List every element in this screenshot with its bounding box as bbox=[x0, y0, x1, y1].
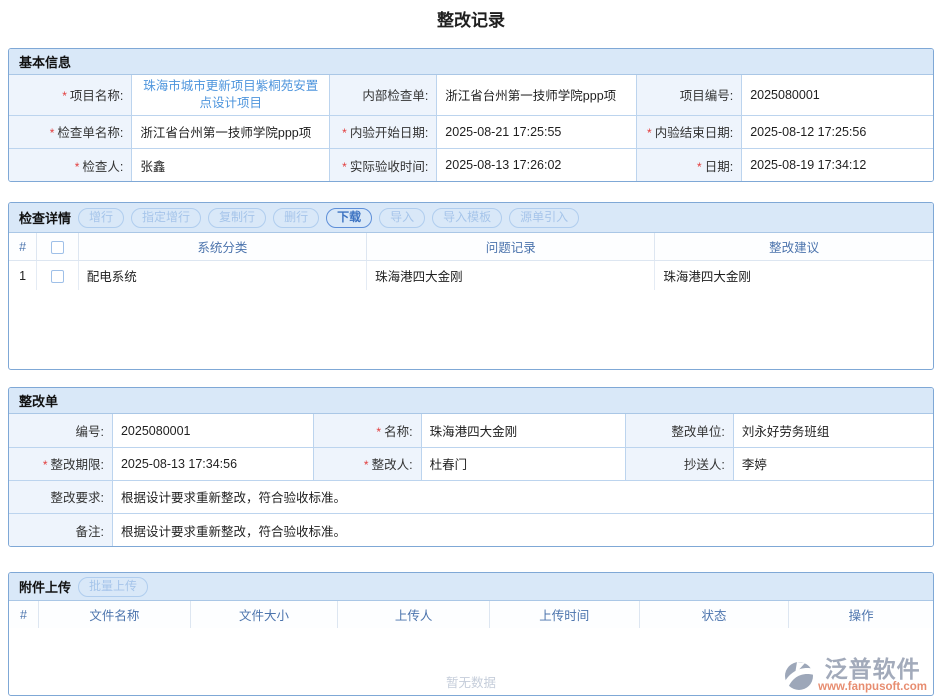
field-label: *内验结束日期: bbox=[636, 115, 741, 148]
column-header-file-name: 文件名称 bbox=[39, 601, 191, 628]
rectification-order-header: 整改单 bbox=[9, 388, 933, 414]
field-label: *内验开始日期: bbox=[330, 115, 437, 148]
field-value: 杜春门 bbox=[421, 447, 625, 480]
required-marker: * bbox=[75, 160, 80, 174]
field-value: 珠海市城市更新项目紫桐苑安置点设计项目 bbox=[132, 75, 330, 115]
basic-info-section: 基本信息 *项目名称: 珠海市城市更新项目紫桐苑安置点设计项目 内部检查单: 浙… bbox=[8, 48, 934, 182]
inspection-detail-title: 检查详情 bbox=[19, 208, 71, 227]
column-header-status: 状态 bbox=[639, 601, 789, 628]
vendor-logo: 泛普软件 www.fanpusoft.com bbox=[783, 658, 927, 694]
inspection-detail-section: 检查详情 增行 指定增行 复制行 删行 下载 导入 导入模板 源单引入 # 系统… bbox=[8, 202, 934, 370]
required-marker: * bbox=[376, 425, 381, 439]
field-value: 刘永好劳务班组 bbox=[733, 414, 933, 447]
field-label: *名称: bbox=[314, 414, 421, 447]
page-title: 整改记录 bbox=[0, 0, 942, 28]
row-checkbox-cell bbox=[37, 260, 79, 290]
attachment-upload-header: 附件上传 批量上传 bbox=[9, 573, 933, 601]
field-label: 整改单位: bbox=[625, 414, 733, 447]
column-header-actions: 操作 bbox=[789, 601, 933, 628]
field-label: *实际验收时间: bbox=[330, 148, 437, 181]
inspection-detail-header: 检查详情 增行 指定增行 复制行 删行 下载 导入 导入模板 源单引入 bbox=[9, 203, 933, 233]
select-all-checkbox-cell bbox=[37, 233, 79, 260]
field-label: *整改人: bbox=[314, 447, 421, 480]
field-value: 2025-08-12 17:25:56 bbox=[742, 115, 933, 148]
field-value: 2025-08-13 17:26:02 bbox=[437, 148, 637, 181]
required-marker: * bbox=[364, 458, 369, 472]
table-row: 1 配电系统 珠海港四大金刚 珠海港四大金刚 bbox=[9, 260, 933, 290]
grid-empty-area bbox=[9, 290, 933, 369]
field-label: 整改要求: bbox=[9, 480, 112, 513]
inspection-grid: # 系统分类 问题记录 整改建议 1 配电系统 珠海港四大金刚 珠海港四大金刚 bbox=[9, 233, 933, 290]
vendor-logo-url: www.fanpusoft.com bbox=[818, 682, 927, 694]
field-value: 2025080001 bbox=[742, 75, 933, 115]
basic-info-table: *项目名称: 珠海市城市更新项目紫桐苑安置点设计项目 内部检查单: 浙江省台州第… bbox=[9, 75, 933, 181]
download-button[interactable]: 下载 bbox=[326, 208, 372, 228]
copy-row-button[interactable]: 复制行 bbox=[208, 208, 266, 228]
source-import-button[interactable]: 源单引入 bbox=[509, 208, 579, 228]
field-value: 根据设计要求重新整改，符合验收标准。 bbox=[112, 513, 933, 546]
field-value: 浙江省台州第一技师学院ppp项 bbox=[437, 75, 637, 115]
field-label: *项目名称: bbox=[9, 75, 132, 115]
field-label: *整改期限: bbox=[9, 447, 112, 480]
required-marker: * bbox=[62, 89, 67, 103]
column-header-uploader: 上传人 bbox=[338, 601, 490, 628]
field-label: *检查单名称: bbox=[9, 115, 132, 148]
rectification-order-title: 整改单 bbox=[19, 391, 58, 410]
required-marker: * bbox=[50, 126, 55, 140]
attachment-upload-title: 附件上传 bbox=[19, 577, 71, 596]
column-header-problem: 问题记录 bbox=[367, 233, 655, 260]
import-button[interactable]: 导入 bbox=[379, 208, 425, 228]
batch-upload-button[interactable]: 批量上传 bbox=[78, 577, 148, 597]
field-value: 2025-08-21 17:25:55 bbox=[437, 115, 637, 148]
required-marker: * bbox=[342, 160, 347, 174]
delete-row-button[interactable]: 删行 bbox=[273, 208, 319, 228]
vendor-logo-text: 泛普软件 bbox=[825, 658, 921, 681]
field-value: 浙江省台州第一技师学院ppp项 bbox=[132, 115, 330, 148]
column-header-suggestion: 整改建议 bbox=[655, 233, 933, 260]
field-label: *日期: bbox=[636, 148, 741, 181]
column-header-file-size: 文件大小 bbox=[190, 601, 338, 628]
cell-system-category: 配电系统 bbox=[78, 260, 366, 290]
required-marker: * bbox=[647, 126, 652, 140]
field-label: 项目编号: bbox=[636, 75, 741, 115]
row-index: 1 bbox=[9, 260, 37, 290]
field-value: 2025-08-19 17:34:12 bbox=[742, 148, 933, 181]
rectification-order-table: 编号: 2025080001 *名称: 珠海港四大金刚 整改单位: 刘永好劳务班… bbox=[9, 414, 933, 546]
cell-problem-record: 珠海港四大金刚 bbox=[367, 260, 655, 290]
fanpu-logo-icon bbox=[783, 660, 815, 692]
add-row-button[interactable]: 增行 bbox=[78, 208, 124, 228]
attachment-grid: # 文件名称 文件大小 上传人 上传时间 状态 操作 bbox=[9, 601, 933, 628]
cell-suggestion: 珠海港四大金刚 bbox=[655, 260, 933, 290]
row-checkbox[interactable] bbox=[51, 270, 64, 283]
project-name-link[interactable]: 珠海市城市更新项目紫桐苑安置点设计项目 bbox=[140, 78, 321, 112]
field-label: *检查人: bbox=[9, 148, 132, 181]
field-label: 内部检查单: bbox=[330, 75, 437, 115]
select-all-checkbox[interactable] bbox=[51, 241, 64, 254]
field-value: 根据设计要求重新整改，符合验收标准。 bbox=[112, 480, 933, 513]
required-marker: * bbox=[342, 126, 347, 140]
attachment-upload-section: 附件上传 批量上传 # 文件名称 文件大小 上传人 上传时间 状态 操作 暂无数… bbox=[8, 572, 934, 696]
field-value: 张鑫 bbox=[132, 148, 330, 181]
field-label: 编号: bbox=[9, 414, 112, 447]
column-header-index: # bbox=[9, 601, 39, 628]
column-header-index: # bbox=[9, 233, 37, 260]
field-value: 李婷 bbox=[733, 447, 933, 480]
field-label: 备注: bbox=[9, 513, 112, 546]
basic-info-title: 基本信息 bbox=[19, 52, 71, 71]
rectification-order-section: 整改单 编号: 2025080001 *名称: 珠海港四大金刚 整改单位: 刘永… bbox=[8, 387, 934, 547]
basic-info-header: 基本信息 bbox=[9, 49, 933, 75]
insert-row-button[interactable]: 指定增行 bbox=[131, 208, 201, 228]
field-label: 抄送人: bbox=[625, 447, 733, 480]
field-value: 2025-08-13 17:34:56 bbox=[112, 447, 313, 480]
field-value: 珠海港四大金刚 bbox=[421, 414, 625, 447]
field-value: 2025080001 bbox=[112, 414, 313, 447]
required-marker: * bbox=[697, 160, 702, 174]
attachment-empty-area: 暂无数据 泛普软件 www.fanpusoft.com bbox=[9, 628, 933, 695]
column-header-system: 系统分类 bbox=[78, 233, 366, 260]
required-marker: * bbox=[43, 458, 48, 472]
import-template-button[interactable]: 导入模板 bbox=[432, 208, 502, 228]
column-header-upload-time: 上传时间 bbox=[489, 601, 639, 628]
